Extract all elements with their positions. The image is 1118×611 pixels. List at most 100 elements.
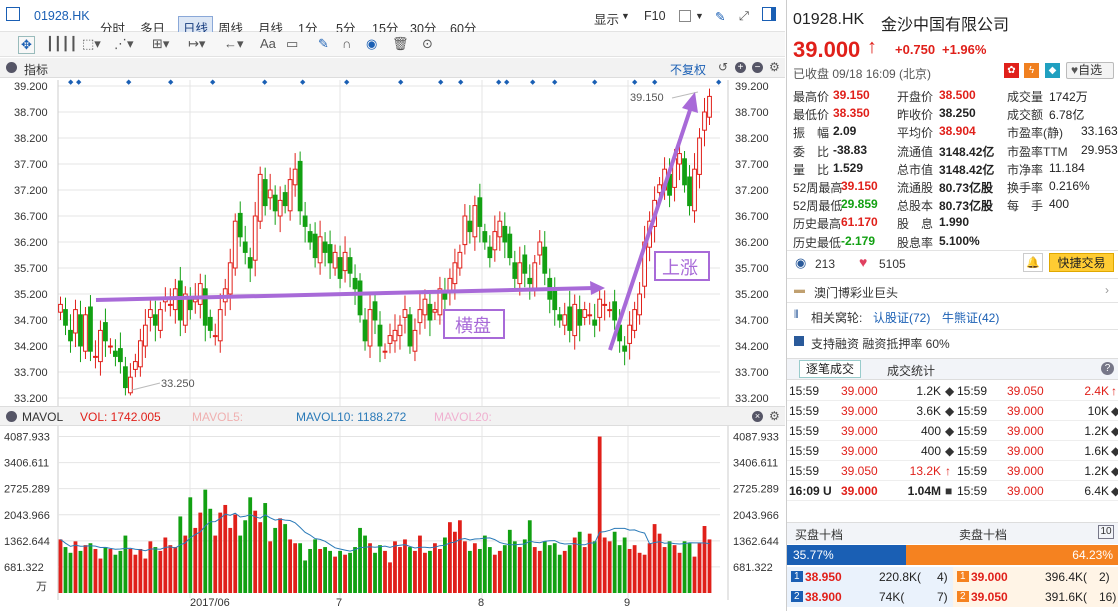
stat-label: 历史最低 — [793, 235, 842, 250]
stat-label: 52周最高 — [793, 181, 843, 195]
candle-body — [702, 111, 707, 131]
stat-label: 流通股 — [897, 181, 934, 195]
volume-bar — [328, 550, 332, 593]
sector-link[interactable]: 澳门博彩业巨头 — [814, 284, 898, 301]
tick-cell: 2.4K — [1084, 384, 1109, 398]
price-chart[interactable]: 39.200 39.200 38.700 38.700 38.200 38.200 37.7… — [0, 0, 785, 611]
candle-body — [402, 309, 408, 318]
candle-body — [307, 231, 313, 243]
close-icon[interactable]: × — [752, 411, 763, 422]
vol-tick-label: 4087.933 — [4, 432, 50, 444]
volume-bar — [378, 545, 382, 593]
volume-bar — [592, 541, 597, 593]
volume-bar — [198, 512, 203, 593]
collapse-icon[interactable] — [6, 411, 17, 422]
volume-bar — [622, 537, 627, 593]
volume-bar — [343, 554, 347, 593]
candle-body — [262, 179, 268, 207]
volume-bar — [263, 503, 268, 593]
vol-tick-label: 2725.289 — [4, 484, 50, 496]
chevron-right-icon[interactable]: › — [1105, 283, 1109, 297]
event-marker: ◆ — [652, 79, 658, 86]
volume-bar — [238, 535, 243, 593]
tab-trade-detail[interactable]: 逐笔成交 — [799, 360, 861, 378]
volume-bar — [333, 556, 337, 593]
candle-body — [602, 303, 608, 306]
warrant-bull-link[interactable]: 牛熊证(42) — [942, 309, 999, 326]
candle-body — [512, 262, 518, 279]
candle-body — [597, 298, 603, 318]
y-tick-label: 33.700 — [14, 367, 48, 379]
candle-body — [397, 324, 403, 337]
settings-icon[interactable]: ⚙ — [769, 409, 780, 423]
quote-change: +0.750 — [895, 42, 936, 57]
book-depth-toggle[interactable]: 10 — [1098, 525, 1114, 539]
volume-bar — [223, 504, 228, 593]
stat-value: 80.73亿股 — [939, 181, 994, 195]
candle-body — [447, 277, 453, 292]
bell-icon[interactable]: 🔔 — [1023, 253, 1043, 272]
warrant-call-link[interactable]: 认股证(72) — [873, 309, 930, 326]
candle-body — [517, 262, 523, 285]
volume-bar — [108, 548, 113, 593]
candle-body — [167, 303, 173, 306]
stat-value: 39.150 — [841, 179, 878, 193]
candle-body — [157, 309, 163, 331]
candle-body — [557, 314, 563, 321]
candle-body — [312, 233, 318, 259]
volume-bar — [502, 545, 507, 593]
watchlist-button[interactable]: ♥自选 — [1066, 62, 1114, 79]
tick-cell: 15:59 — [957, 424, 988, 438]
volume-bar — [632, 545, 637, 593]
event-marker: ◆ — [458, 79, 464, 86]
help-icon[interactable]: ? — [1101, 362, 1114, 375]
tag-icon: ◆ — [1045, 63, 1060, 78]
y-tick-label: 37.700 — [14, 159, 48, 171]
event-marker: ◆ — [76, 79, 82, 86]
candle-body — [232, 220, 238, 269]
stat-value: 0.216% — [1049, 179, 1090, 193]
tick-cell: 15:59 — [957, 484, 988, 498]
candle-body — [113, 350, 118, 357]
event-marker: ◆ — [210, 79, 216, 86]
tick-cell: ◆ — [945, 444, 955, 458]
margin-icon — [794, 336, 804, 346]
tick-cell: ◆ — [945, 404, 955, 418]
candle-body — [487, 246, 493, 259]
candle-body — [212, 335, 218, 338]
candle-body — [73, 309, 78, 334]
sideways-label: 横盘 — [455, 316, 491, 337]
watchlist-label: 自选 — [1078, 63, 1103, 77]
tab-trade-stats[interactable]: 成交统计 — [887, 362, 935, 379]
volume-bar — [433, 543, 437, 593]
candle-body — [93, 355, 98, 358]
quick-trade-button[interactable]: 快捷交易 — [1049, 253, 1114, 272]
candle-body — [272, 194, 278, 212]
tick-cell: ↑ — [945, 464, 951, 478]
candle-body — [682, 158, 687, 186]
event-marker: ◆ — [552, 79, 558, 86]
candle-body — [527, 277, 533, 285]
candle-body — [387, 335, 393, 344]
x-tick-label: 8 — [478, 597, 484, 609]
vol-tick-label: 3406.611 — [4, 458, 49, 470]
volume-bar — [288, 539, 293, 593]
y-tick-label: 33.200 — [14, 393, 48, 405]
volume-bar — [303, 560, 308, 593]
candle-body — [537, 241, 543, 256]
book-cell: 2 — [957, 591, 969, 602]
volume-bar — [348, 552, 352, 593]
volume-bar — [368, 543, 372, 593]
candle-body — [302, 215, 308, 227]
volume-bar — [482, 535, 487, 593]
candle-body — [607, 309, 613, 312]
tick-cell: 15:59 — [957, 404, 988, 418]
hk-flag-icon: ✿ — [1004, 63, 1019, 78]
volume-bar — [293, 543, 298, 593]
stat-label: 流通值 — [897, 144, 934, 159]
candle-body — [592, 319, 598, 326]
tick-cell: 39.000 — [841, 484, 878, 498]
volume-bar — [193, 527, 198, 593]
volume-bar — [542, 541, 547, 593]
stat-label: 开盘价 — [897, 90, 934, 104]
